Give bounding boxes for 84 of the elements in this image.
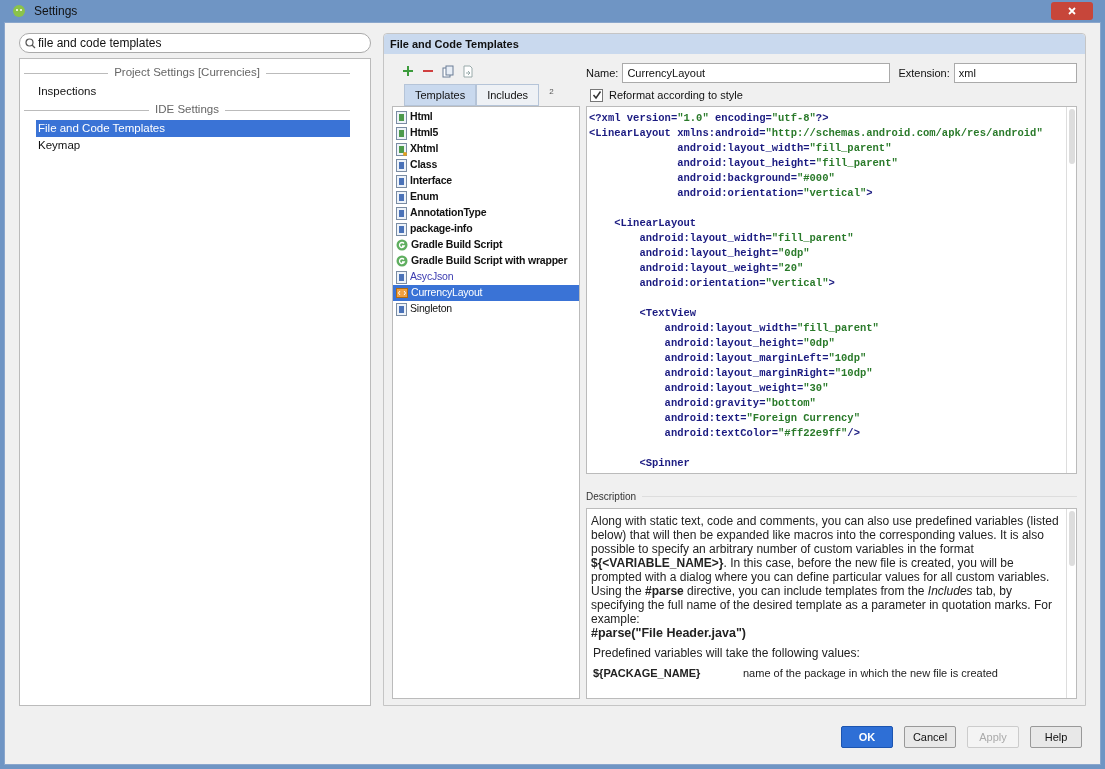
document-icon[interactable]: [462, 64, 474, 78]
scrollbar[interactable]: [1066, 107, 1076, 473]
search-icon: [25, 38, 36, 49]
settings-item[interactable]: File and Code Templates: [36, 120, 350, 137]
code-line: <LinearLayout xmlns:android="http://schemas.android.com/apk/res/android": [589, 126, 1044, 141]
file-icon: [396, 174, 407, 188]
template-item[interactable]: Gradle Build Script: [393, 237, 579, 253]
add-icon[interactable]: [402, 65, 414, 77]
panel-header: File and Code Templates: [384, 34, 1085, 54]
file-icon: [396, 158, 407, 172]
template-item[interactable]: Interface: [393, 173, 579, 189]
template-item[interactable]: Class: [393, 157, 579, 173]
code-line: android:layout_weight="20": [638, 261, 805, 276]
close-button[interactable]: [1051, 2, 1093, 20]
xml-file-icon: [396, 287, 408, 299]
code-line: <LinearLayout: [613, 216, 698, 231]
reformat-checkbox[interactable]: [590, 88, 603, 102]
code-line: android:layout_weight="30": [663, 381, 830, 396]
code-line: android:layout_marginLeft="10dp": [663, 351, 868, 366]
code-line: android:layout_width="fill_parent": [663, 321, 880, 336]
copy-icon[interactable]: [442, 64, 454, 78]
code-line: android:textColor="#ff22e9ff"/>: [663, 426, 861, 441]
code-line: android:orientation="vertical">: [676, 186, 874, 201]
variable-description: name of the package in which the new file is created: [743, 666, 998, 680]
html-file-icon: [396, 110, 407, 124]
code-line: android:background="#000": [676, 171, 836, 186]
code-line: android:layout_width="fill_parent": [676, 141, 893, 156]
template-item[interactable]: CurrencyLayout: [393, 285, 579, 301]
template-item[interactable]: Singleton: [393, 301, 579, 317]
file-icon: [396, 302, 407, 316]
group-heading: IDE Settings: [155, 102, 219, 118]
tab[interactable]: Templates: [404, 84, 477, 106]
search-field[interactable]: file and code templates: [19, 33, 371, 53]
close-icon: [1068, 7, 1076, 15]
settings-item[interactable]: Keymap: [36, 137, 350, 154]
html-file-icon: [396, 126, 407, 140]
template-item[interactable]: Xhtml: [393, 141, 579, 157]
example-code: #parse("File Header.java"): [591, 626, 747, 640]
group-heading: Project Settings [Currencies]: [114, 65, 260, 81]
extension-field[interactable]: xml: [953, 63, 1077, 83]
gradle-icon: [396, 239, 408, 251]
variable-name: ${PACKAGE_NAME}: [593, 666, 702, 680]
file-icon: [396, 206, 407, 220]
code-line: <TextView: [638, 306, 698, 321]
template-item[interactable]: AnnotationType: [393, 205, 579, 221]
extension-label: Extension:: [898, 65, 950, 81]
dialog-button[interactable]: Cancel: [904, 726, 956, 748]
file-icon: [396, 270, 407, 284]
description-paragraph: Along with static text, code and comments, you can also use predefined variables (listed below) that will then be expanded like macros into the corresponding values. It is also possible to specify an arbitrary number of custom variables in the format ${<VARIABLE_NAME>}. In this case, before the new file is created, you will be prompted with a dialog where you can define particular values for all custom variables.: [591, 514, 1060, 584]
dialog-button[interactable]: OK: [841, 726, 893, 748]
html-file-icon: [396, 142, 407, 156]
code-line: android:orientation="vertical">: [638, 276, 836, 291]
template-item[interactable]: Html5: [393, 125, 579, 141]
code-line: android:gravity="bottom": [663, 396, 817, 411]
code-line: android:layout_height="0dp": [663, 336, 836, 351]
code-line: <Spinner: [638, 456, 691, 471]
file-icon: [396, 190, 407, 204]
code-line: android:layout_width="fill_parent": [638, 231, 855, 246]
gradle-icon: [396, 255, 408, 267]
description-paragraph: Using the #parse directive, you can include templates from the Includes tab, by specifying the full name of the desired template as a parameter in quotation marks. For example:: [591, 584, 1053, 626]
template-item[interactable]: Enum: [393, 189, 579, 205]
file-icon: [396, 222, 407, 236]
name-field[interactable]: CurrencyLayout: [622, 63, 891, 83]
code-line: android:layout_height="fill_parent": [676, 156, 899, 171]
name-label: Name:: [586, 65, 619, 81]
description-label: Description: [586, 489, 637, 504]
code-line: android:layout_height="0dp": [638, 246, 811, 261]
android-logo-icon: [12, 4, 26, 18]
template-item[interactable]: AsycJson: [393, 269, 579, 285]
template-item[interactable]: package-info: [393, 221, 579, 237]
tab-overflow[interactable]: 2: [549, 86, 554, 106]
code-line: android:text="Foreign Currency": [663, 411, 861, 426]
code-editor[interactable]: [586, 106, 1077, 474]
dialog-button[interactable]: Help: [1030, 726, 1082, 748]
window-title: Settings: [34, 3, 78, 20]
code-line: <?xml version="1.0" encoding="utf-8"?>: [589, 111, 830, 126]
template-item[interactable]: Html: [393, 109, 579, 125]
code-line: android:layout_marginRight="10dp": [663, 366, 874, 381]
scrollbar[interactable]: [1066, 509, 1076, 698]
settings-item[interactable]: Inspections: [36, 83, 350, 100]
reformat-label: Reformat according to style: [609, 87, 743, 103]
tab[interactable]: Includes: [476, 84, 540, 106]
template-item[interactable]: Gradle Build Script with wrapper: [393, 253, 579, 269]
description-text: Predefined variables will take the following values:: [592, 646, 861, 660]
